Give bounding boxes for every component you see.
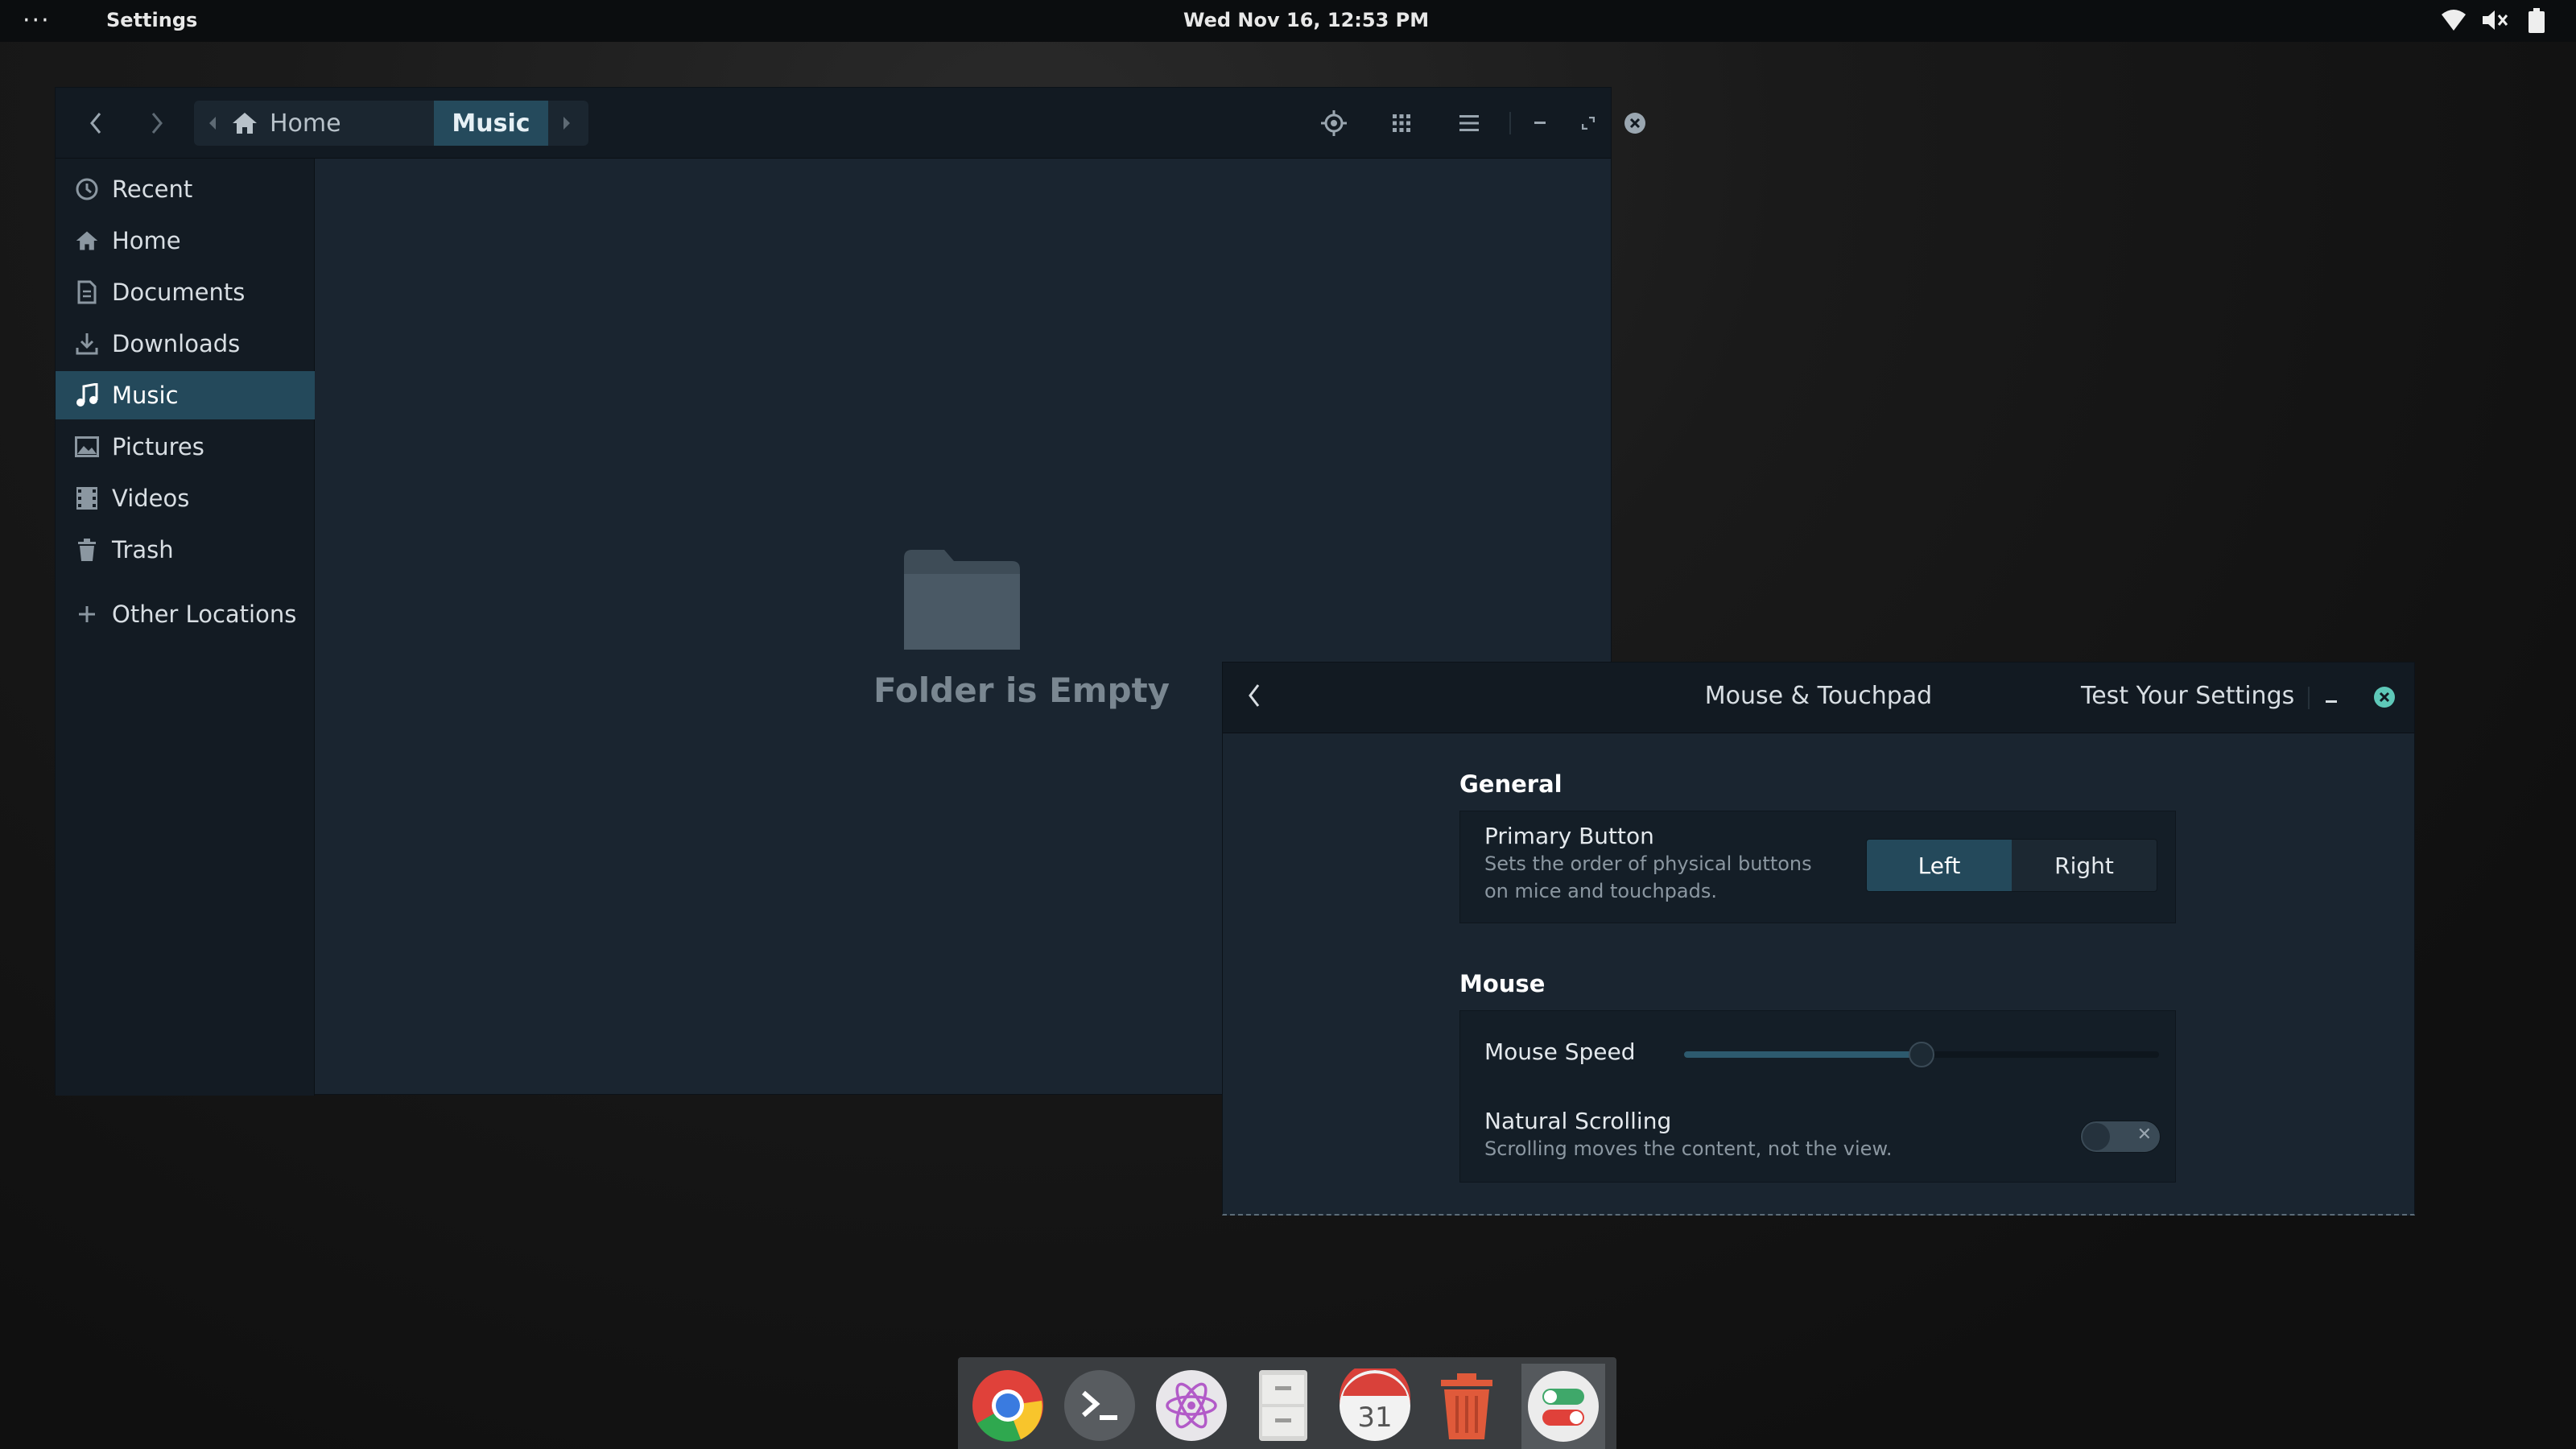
files-headerbar: Home Music [56, 88, 1645, 159]
breadcrumb: Home Music [194, 101, 588, 146]
sidebar-item-documents[interactable]: Documents [56, 268, 315, 316]
mouse-section-header: Mouse [1459, 970, 1546, 997]
chrome-icon[interactable] [971, 1368, 1045, 1443]
toggle-knob [2083, 1123, 2110, 1150]
sidebar-item-label: Home [112, 227, 181, 254]
general-section-header: General [1459, 770, 1563, 798]
headerbar-separator [1509, 112, 1511, 134]
active-app-name[interactable]: Settings [106, 9, 197, 31]
empty-folder-message: Folder is Empty [873, 671, 1170, 710]
sidebar-item-label: Other Locations [112, 601, 297, 628]
mouse-card: Mouse Speed Natural Scrolling Scrolling … [1459, 1010, 2176, 1183]
natural-scrolling-toggle[interactable]: ✕ [2080, 1121, 2161, 1153]
breadcrumb-scroll-left-icon[interactable] [194, 101, 231, 146]
atom-icon[interactable] [1154, 1368, 1228, 1443]
sidebar-item-label: Music [112, 382, 179, 409]
sidebar-item-label: Recent [112, 175, 193, 203]
primary-button-description-line1: Sets the order of physical buttons [1484, 852, 1812, 875]
plus-icon [73, 601, 101, 628]
mouse-speed-slider[interactable] [1684, 1042, 2159, 1067]
battery-icon[interactable] [2528, 8, 2545, 39]
primary-button-selector: Left Right [1866, 839, 2157, 892]
files-icon[interactable] [1246, 1368, 1320, 1443]
primary-button-description-line2: on mice and touchpads. [1484, 880, 1717, 902]
restore-icon[interactable] [1571, 105, 1606, 141]
sidebar-item-trash[interactable]: Trash [56, 526, 315, 574]
sidebar-item-label: Documents [112, 279, 246, 306]
headerbar-separator [2308, 687, 2310, 709]
volume-muted-icon[interactable] [2481, 8, 2510, 37]
back-button[interactable] [78, 105, 114, 141]
trash-icon [73, 536, 101, 564]
forward-button[interactable] [139, 105, 175, 141]
sidebar-item-videos[interactable]: Videos [56, 474, 315, 522]
sidebar-item-label: Trash [112, 536, 174, 564]
locate-icon[interactable] [1316, 105, 1352, 141]
grid-view-icon[interactable] [1384, 105, 1419, 141]
music-icon [73, 382, 101, 409]
files-sidebar: Recent Home Documents Downloads Music Pi… [56, 159, 315, 1096]
document-icon [73, 279, 101, 306]
breadcrumb-home[interactable]: Home [231, 109, 365, 138]
empty-folder-icon [902, 547, 1022, 654]
toggle-off-icon: ✕ [2136, 1125, 2152, 1145]
calendar-day-label: 31 [1357, 1402, 1392, 1434]
breadcrumb-home-label: Home [270, 109, 341, 138]
sidebar-item-home[interactable]: Home [56, 217, 315, 265]
download-icon [73, 330, 101, 357]
primary-button-card: Primary Button Sets the order of physica… [1459, 811, 2176, 923]
film-icon [73, 485, 101, 512]
sidebar-item-recent[interactable]: Recent [56, 165, 315, 213]
sidebar-item-label: Pictures [112, 433, 204, 460]
natural-scrolling-title: Natural Scrolling [1484, 1108, 1672, 1134]
terminal-icon[interactable] [1063, 1368, 1137, 1443]
settings-toggle-icon[interactable] [1521, 1364, 1605, 1449]
image-icon [73, 433, 101, 460]
settings-window: Mouse & Touchpad Test Your Settings Gene… [1222, 662, 2415, 1216]
close-icon[interactable] [2372, 685, 2396, 712]
minimize-icon[interactable] [2326, 691, 2337, 707]
sidebar-item-label: Videos [112, 485, 190, 512]
left-button-option[interactable]: Left [1867, 840, 2012, 891]
top-panel: ··· Settings Wed Nov 16, 12:53 PM [0, 0, 2576, 42]
right-button-option[interactable]: Right [2012, 840, 2157, 891]
breadcrumb-scroll-right-icon[interactable] [548, 101, 585, 146]
minimize-icon[interactable] [1522, 105, 1558, 141]
clock[interactable]: Wed Nov 16, 12:53 PM [1183, 9, 1429, 31]
settings-headerbar: Mouse & Touchpad Test Your Settings [1223, 663, 2414, 733]
home-icon [233, 113, 257, 134]
mouse-speed-slider-fill [1684, 1051, 1922, 1058]
close-icon[interactable] [1617, 105, 1653, 141]
list-view-icon[interactable] [1451, 105, 1487, 141]
calendar-icon[interactable]: 31 [1338, 1368, 1412, 1443]
mouse-speed-label: Mouse Speed [1484, 1038, 1636, 1065]
breadcrumb-music[interactable]: Music [434, 101, 548, 146]
mouse-speed-slider-handle[interactable] [1909, 1042, 1934, 1067]
primary-button-title: Primary Button [1484, 823, 1654, 849]
clock-icon [73, 175, 101, 203]
trash-icon[interactable] [1430, 1368, 1504, 1443]
sidebar-item-music[interactable]: Music [56, 371, 315, 419]
sidebar-item-downloads[interactable]: Downloads [56, 320, 315, 368]
natural-scrolling-description: Scrolling moves the content, not the vie… [1484, 1137, 1893, 1160]
dock: 31 [958, 1357, 1616, 1449]
applications-menu-button[interactable]: ··· [23, 6, 51, 35]
wifi-icon[interactable] [2441, 8, 2467, 37]
sidebar-item-label: Downloads [112, 330, 241, 357]
sidebar-item-pictures[interactable]: Pictures [56, 423, 315, 471]
sidebar-item-other-locations[interactable]: Other Locations [56, 590, 315, 638]
test-settings-button[interactable]: Test Your Settings [2081, 682, 2294, 710]
home-icon [73, 227, 101, 254]
